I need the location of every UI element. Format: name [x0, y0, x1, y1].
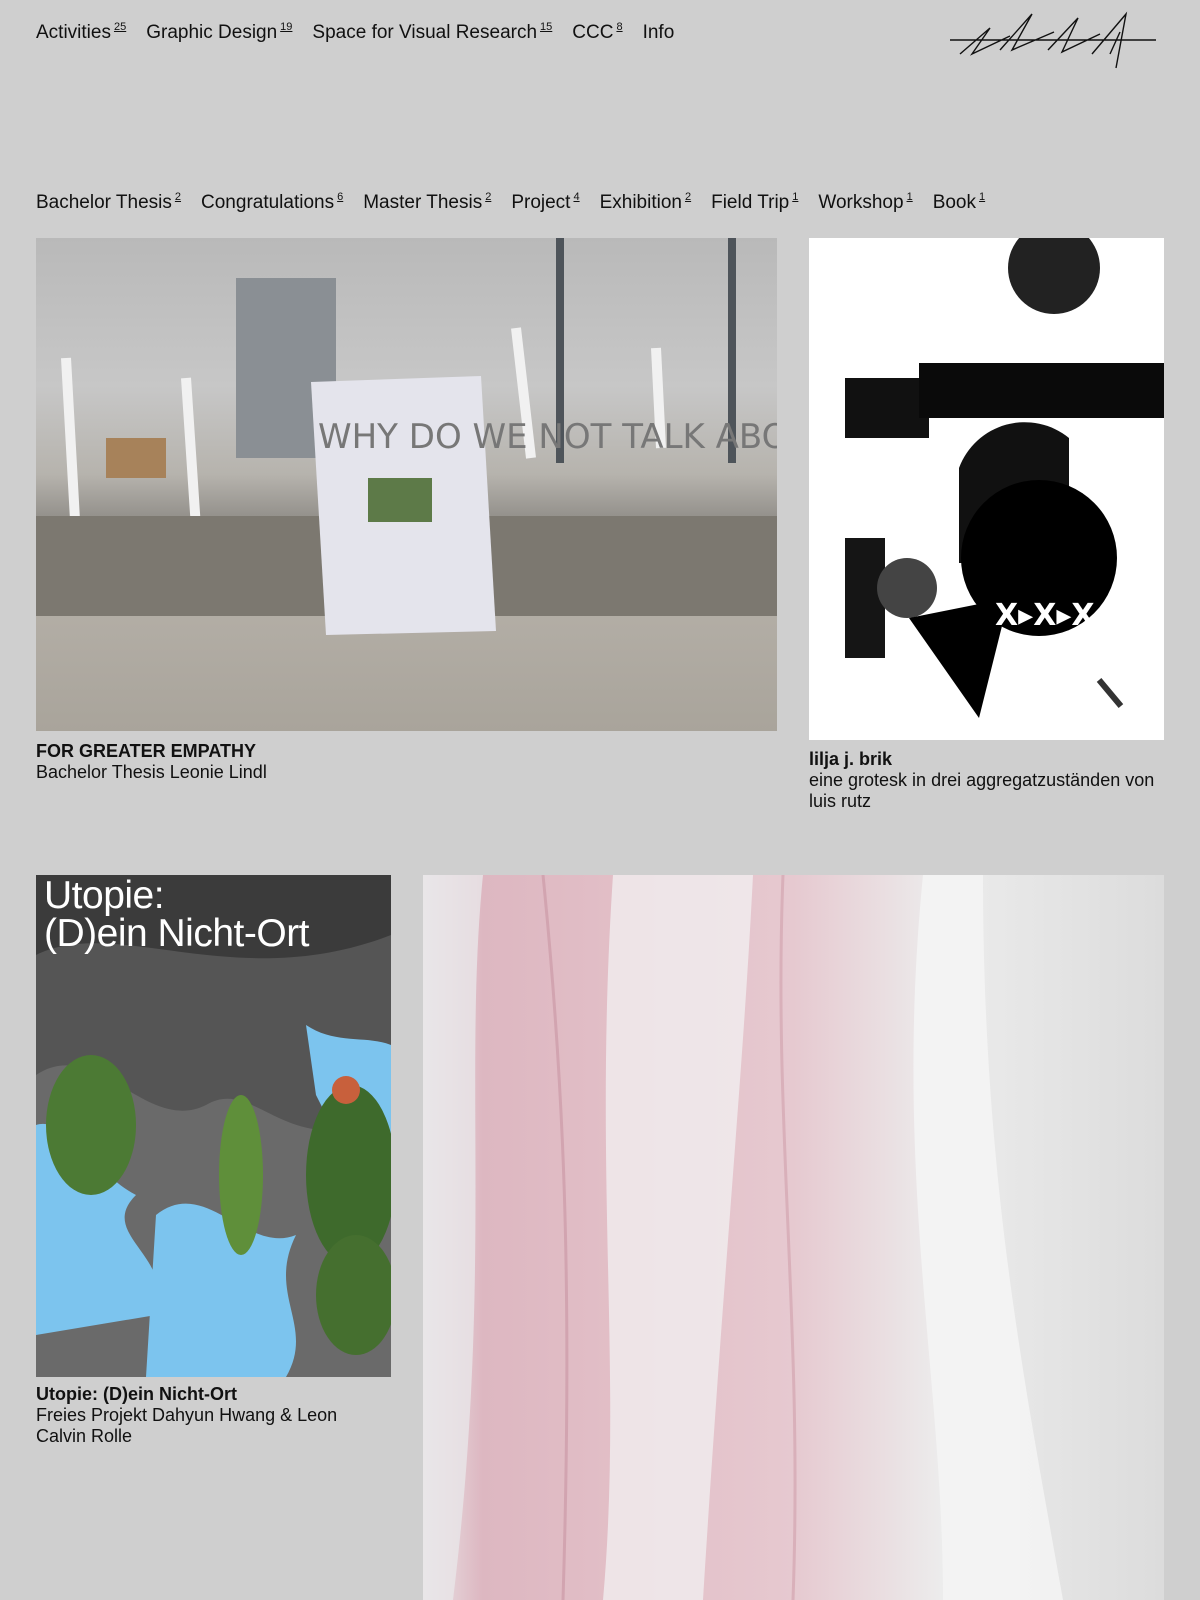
nav-info[interactable]: Info	[643, 20, 675, 46]
main-nav: Activities 25 Graphic Design 19 Space for …	[36, 20, 674, 46]
filter-master-thesis[interactable]: Master Thesis 2	[363, 190, 491, 216]
signature-logo[interactable]	[950, 10, 1166, 72]
card-subtitle: Bachelor Thesis Leonie Lindl	[36, 762, 267, 782]
filter-project[interactable]: Project 4	[511, 190, 579, 216]
filter-exhibition[interactable]: Exhibition 2	[600, 190, 692, 216]
fabric-photo	[423, 875, 1063, 1600]
nav-graphic-design[interactable]: Graphic Design 19	[146, 20, 292, 46]
filter-workshop[interactable]: Workshop 1	[818, 190, 912, 216]
poster-title: Utopie: (D)ein Nicht-Ort	[44, 875, 310, 955]
nav-space-visual-research[interactable]: Space for Visual Research 15	[312, 20, 552, 46]
project-image-plaza[interactable]: WHY DO WE NOT TALK ABOUT IT?	[36, 238, 777, 731]
filter-congratulations[interactable]: Congratulations 6	[201, 190, 343, 216]
card-caption: Utopie: (D)ein Nicht-Ort Freies Projekt …	[36, 1384, 391, 1447]
category-filters: Bachelor Thesis 2 Congratulations 6 Master…	[36, 190, 985, 216]
card-caption: lilja j. brik eine grotesk in drei aggre…	[809, 749, 1169, 812]
project-image-poster-typeface[interactable]: X▸X▸X	[809, 238, 1164, 740]
filter-bachelor-thesis[interactable]: Bachelor Thesis 2	[36, 190, 181, 216]
typeface-poster: X▸X▸X	[845, 238, 1164, 718]
project-image-fabric[interactable]	[423, 875, 1164, 1600]
card-title: Utopie: (D)ein Nicht-Ort	[36, 1384, 237, 1404]
filter-field-trip[interactable]: Field Trip 1	[711, 190, 798, 216]
svg-text:X▸X▸X: X▸X▸X	[995, 598, 1095, 633]
nav-activities[interactable]: Activities 25	[36, 20, 126, 46]
card-title: FOR GREATER EMPATHY	[36, 741, 256, 761]
plaza-photo: WHY DO WE NOT TALK ABOUT IT?	[36, 238, 777, 635]
sign-text: WHY DO WE NOT TALK ABOUT IT?	[318, 417, 777, 457]
card-subtitle: Freies Projekt Dahyun Hwang & Leon Calvi…	[36, 1405, 338, 1446]
card-title: lilja j. brik	[809, 749, 893, 769]
filter-book[interactable]: Book 1	[933, 190, 985, 216]
card-caption: FOR GREATER EMPATHY Bachelor Thesis Leon…	[36, 741, 777, 783]
nav-ccc[interactable]: CCC 8	[572, 20, 622, 46]
project-image-utopie-poster[interactable]: Utopie: (D)ein Nicht-Ort	[36, 875, 391, 1377]
card-subtitle: eine grotesk in drei aggregatzuständen v…	[809, 770, 1155, 811]
